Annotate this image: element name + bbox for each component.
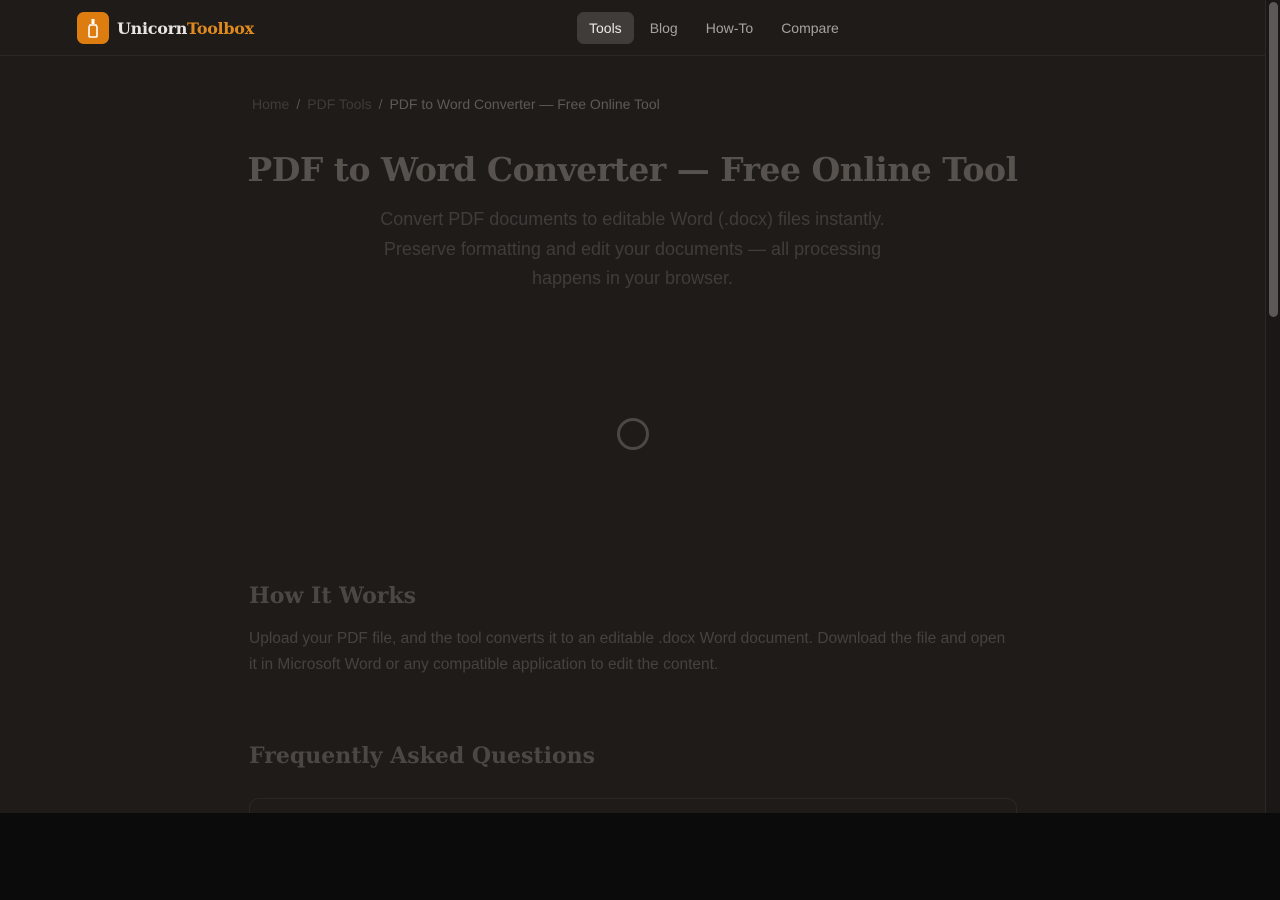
breadcrumb: Home / PDF Tools / PDF to Word Converter…	[252, 95, 660, 113]
brand-name-part2: Toolbox	[187, 18, 254, 38]
page-title: PDF to Word Converter — Free Online Tool	[247, 150, 1018, 189]
nav-tools[interactable]: Tools	[577, 12, 634, 44]
faq-heading: Frequently Asked Questions	[249, 743, 596, 769]
breadcrumb-separator: /	[296, 96, 301, 112]
bottom-bar	[0, 813, 1280, 900]
breadcrumb-current: PDF to Word Converter — Free Online Tool	[389, 96, 660, 112]
site-header: UnicornToolbox Tools Blog How-To Compare	[0, 0, 1265, 56]
nav-compare[interactable]: Compare	[769, 12, 851, 44]
breadcrumb-pdf-tools[interactable]: PDF Tools	[307, 96, 371, 112]
breadcrumb-separator: /	[378, 96, 383, 112]
vertical-scrollbar[interactable]	[1265, 0, 1280, 813]
how-it-works-heading: How It Works	[249, 583, 416, 609]
page-viewport: UnicornToolbox Tools Blog How-To Compare…	[0, 0, 1265, 813]
nav-how-to[interactable]: How-To	[694, 12, 765, 44]
brand-name-part1: Unicorn	[117, 18, 188, 38]
bottle-icon	[77, 12, 109, 44]
spinner-icon	[617, 418, 649, 450]
nav-blog[interactable]: Blog	[638, 12, 690, 44]
scrollbar-thumb[interactable]	[1269, 2, 1278, 317]
faq-item[interactable]	[249, 798, 1017, 813]
breadcrumb-home[interactable]: Home	[252, 96, 289, 112]
page-subtitle: Convert PDF documents to editable Word (…	[380, 209, 885, 288]
brand-logo[interactable]: UnicornToolbox	[77, 12, 254, 44]
brand-name: UnicornToolbox	[117, 19, 254, 38]
how-it-works-text: Upload your PDF file, and the tool conve…	[249, 630, 1006, 673]
main-nav: Tools Blog How-To Compare	[577, 12, 855, 44]
